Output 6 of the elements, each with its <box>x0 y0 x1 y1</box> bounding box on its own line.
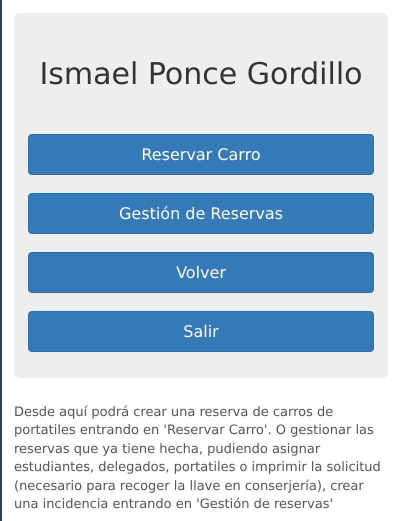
menu-button[interactable]: Salir <box>28 311 374 352</box>
menu-button[interactable]: Reservar Carro <box>28 134 374 175</box>
menu-button[interactable]: Volver <box>28 252 374 293</box>
user-name-heading: Ismael Ponce Gordillo <box>38 57 364 93</box>
description-text: Desde aquí podrá crear una reserva de carros de portatiles entrando en 'Reservar Carro'. O gestionar las reservas que ya tiene hecha, pudiendo asignar estudiantes, delegados, portatiles o imprimir la solicitud (necesario para recoger la llave en conserjería), crear una incidencia entrando en 'Gestión de reservas' <box>14 404 382 514</box>
menu-button[interactable]: Gestión de Reservas <box>28 193 374 234</box>
